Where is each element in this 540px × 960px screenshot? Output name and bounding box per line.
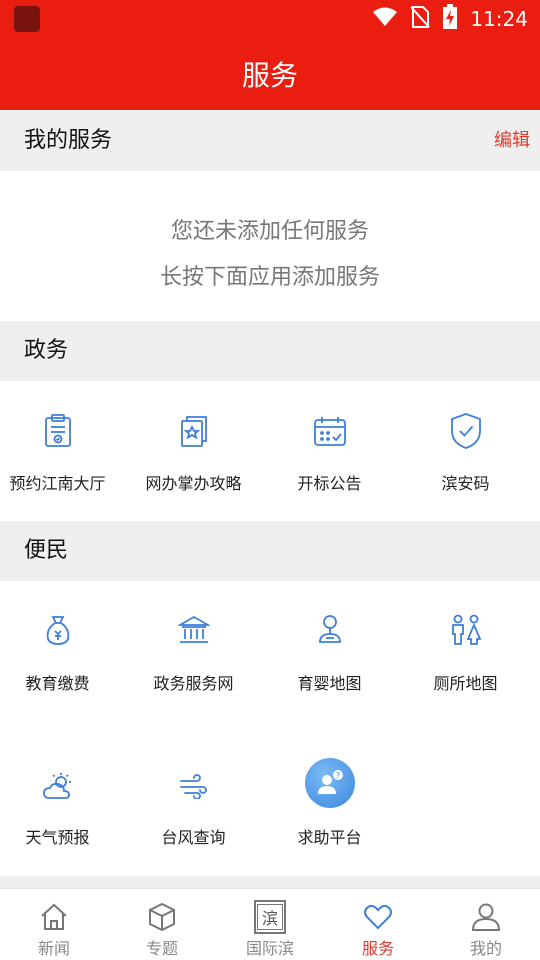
service-item-label: 网办掌办攻略 (145, 474, 242, 493)
bottom-divider (0, 876, 540, 888)
service-item-label: 台风查询 (161, 828, 226, 847)
service-item-label: 教育缴费 (25, 674, 90, 693)
empty-message-line2: 长按下面应用添加服务 (159, 265, 380, 290)
battery-charging-icon (442, 4, 458, 34)
weather-icon (33, 761, 83, 811)
svg-text:?: ? (335, 771, 339, 780)
service-item-label: 天气预报 (25, 828, 90, 847)
service-item-online-guide[interactable]: 网办掌办攻略 (126, 381, 261, 521)
service-item-nursery-map[interactable]: 育婴地图 (262, 581, 397, 721)
app-notification-icon (14, 6, 40, 32)
logo-glyph: 滨 (257, 904, 283, 930)
edit-button[interactable]: 编辑 (494, 111, 530, 171)
government-section-header: 政务 (0, 321, 540, 381)
convenience-section-header: 便民 (0, 521, 540, 581)
cube-icon (146, 901, 178, 933)
tab-label: 新闻 (37, 939, 70, 958)
empty-message-line1: 您还未添加任何服务 (170, 219, 369, 244)
clock-time: 11:24 (470, 7, 528, 31)
my-services-title: 我的服务 (24, 128, 113, 153)
service-item-toilet-map[interactable]: 厕所地图 (398, 581, 533, 721)
tab-topics[interactable]: 专题 (108, 889, 216, 960)
status-bar: 11:24 (0, 0, 540, 38)
tab-international-bin[interactable]: 滨 国际滨 (216, 889, 324, 960)
shield-check-icon (441, 406, 491, 456)
service-item-bid-notice[interactable]: 开标公告 (262, 381, 397, 521)
service-item-label: 预约江南大厅 (9, 474, 106, 493)
service-item-label: 育婴地图 (297, 674, 362, 693)
heart-icon (362, 901, 394, 933)
service-item-label: 厕所地图 (433, 674, 498, 693)
tab-label: 国际滨 (245, 939, 294, 958)
service-item-label: 政务服务网 (153, 674, 234, 693)
service-item-label: 开标公告 (297, 474, 362, 493)
status-icons: 11:24 (372, 4, 528, 34)
bottom-nav: 新闻 专题 滨 国际滨 服务 我的 (0, 888, 540, 960)
help-person-icon: ? (304, 758, 355, 808)
star-document-icon (169, 406, 219, 456)
logo-icon: 滨 (254, 900, 286, 934)
money-bag-icon (33, 605, 83, 655)
tab-label: 服务 (361, 939, 394, 958)
home-icon (38, 901, 70, 933)
my-services-header: 我的服务 编辑 (0, 111, 540, 171)
top-bar: 服务 (0, 38, 540, 110)
restroom-icon (441, 605, 491, 655)
tab-label: 我的 (469, 939, 502, 958)
page-title: 服务 (241, 59, 298, 92)
service-item-weather[interactable]: 天气预报 (0, 731, 125, 871)
service-item-label: 滨安码 (441, 474, 490, 493)
tab-label: 专题 (145, 939, 178, 958)
my-services-empty-state: 您还未添加任何服务 长按下面应用添加服务 (0, 171, 540, 321)
baby-person-icon (305, 605, 355, 655)
user-icon (470, 901, 502, 933)
service-item-binan-code[interactable]: 滨安码 (398, 381, 533, 521)
service-item-typhoon[interactable]: 台风查询 (126, 731, 261, 871)
wind-icon (169, 761, 219, 811)
no-sim-icon (410, 5, 431, 33)
clipboard-icon (33, 406, 83, 456)
calendar-icon (305, 406, 355, 456)
government-grid: 预约江南大厅 网办掌办攻略 开标公告 滨安码 (0, 381, 540, 521)
wifi-icon (372, 6, 398, 32)
tab-news[interactable]: 新闻 (0, 889, 108, 960)
convenience-section-title: 便民 (24, 538, 69, 563)
service-item-reserve-hall[interactable]: 预约江南大厅 (0, 381, 125, 521)
service-item-education-payment[interactable]: 教育缴费 (0, 581, 125, 721)
government-building-icon (169, 605, 219, 655)
tab-mine[interactable]: 我的 (432, 889, 540, 960)
service-item-gov-service-net[interactable]: 政务服务网 (126, 581, 261, 721)
service-item-label: 求助平台 (297, 828, 362, 847)
service-item-help-platform[interactable]: ? 求助平台 (262, 731, 397, 871)
government-section-title: 政务 (24, 338, 69, 363)
tab-services[interactable]: 服务 (324, 889, 432, 960)
convenience-grid: 教育缴费 政务服务网 育婴地图 厕所地图 天气预报 台风查询 ? 求助平台 (0, 581, 540, 876)
